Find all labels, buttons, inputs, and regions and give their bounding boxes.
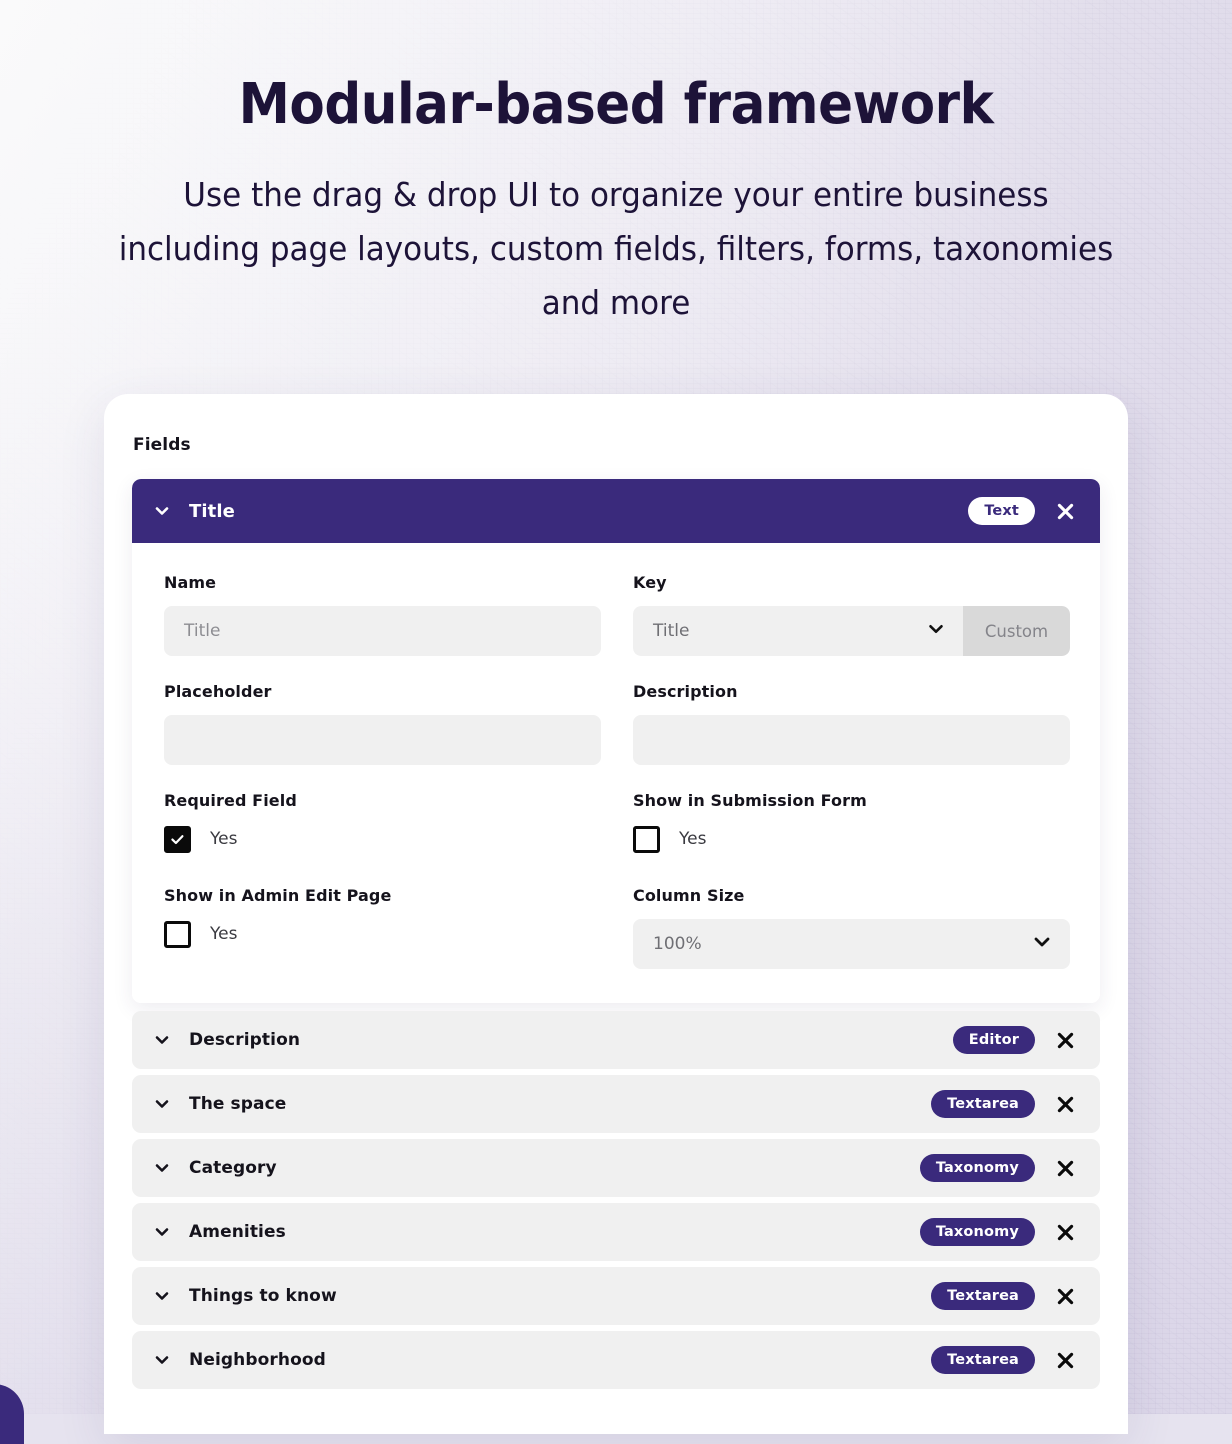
collapsed-fields-list: Description Editor The space Textarea Catego… — [132, 1011, 1100, 1389]
collapsed-field-row[interactable]: Things to know Textarea — [132, 1267, 1100, 1325]
close-icon[interactable] — [1052, 498, 1078, 524]
show-in-admin-edit-page-checkbox[interactable] — [164, 920, 191, 948]
key-select-value: Title — [653, 621, 690, 641]
fields-panel: Fields Title Text Name Title Key Title C… — [104, 394, 1128, 1434]
row-spacer — [164, 765, 1068, 791]
field-type-badge: Text — [968, 497, 1035, 525]
close-icon[interactable] — [1052, 1091, 1078, 1117]
chevron-down-icon[interactable] — [154, 503, 170, 519]
required-field-option-label: Yes — [210, 829, 238, 849]
chevron-down-icon[interactable] — [154, 1032, 170, 1048]
required-field-label: Required Field — [164, 791, 297, 810]
chevron-down-icon[interactable] — [154, 1224, 170, 1240]
field-card-body: Name Title Key Title Custom Placeholder … — [132, 543, 1100, 1003]
form-group-placeholder: Placeholder — [164, 682, 601, 765]
key-select[interactable]: Title — [633, 606, 963, 656]
field-type-badge: Taxonomy — [919, 1218, 1035, 1246]
collapsed-field-title: Description — [189, 1030, 301, 1050]
form-group-name: Name Title — [164, 573, 601, 656]
field-type-badge: Textarea — [931, 1282, 1035, 1310]
row-spacer — [164, 656, 1068, 682]
chevron-down-icon[interactable] — [154, 1352, 170, 1368]
column-size-label: Column Size — [633, 886, 745, 905]
field-type-badge: Textarea — [931, 1090, 1035, 1118]
chevron-down-icon[interactable] — [154, 1160, 170, 1176]
placeholder-input[interactable] — [164, 715, 601, 765]
collapsed-field-row[interactable]: Amenities Taxonomy — [132, 1203, 1100, 1261]
key-label: Key — [633, 573, 667, 592]
description-label: Description — [633, 682, 738, 701]
form-group-description: Description — [633, 682, 1070, 765]
required-field-checkbox-row[interactable]: Yes — [164, 824, 601, 854]
column-size-value: 100% — [653, 934, 702, 954]
form-row-placeholder-description: Placeholder Description — [164, 682, 1070, 765]
form-group-show-in-submission-form: Show in Submission Form Yes — [633, 791, 1070, 854]
show-in-submission-form-option-label: Yes — [679, 829, 707, 849]
collapsed-field-title: Category — [189, 1158, 277, 1178]
form-group-column-size: Column Size 100% — [633, 886, 1070, 969]
form-row-required-submission: Required Field Yes Show in Submission Fo… — [164, 791, 1068, 854]
key-custom-button[interactable]: Custom — [963, 606, 1070, 656]
name-input[interactable]: Title — [164, 606, 601, 656]
close-icon[interactable] — [1052, 1283, 1078, 1309]
form-group-show-in-admin-edit-page: Show in Admin Edit Page Yes — [164, 886, 601, 969]
form-group-key: Key Title Custom — [633, 573, 1070, 656]
name-label: Name — [164, 573, 217, 592]
collapsed-field-title: The space — [189, 1094, 287, 1114]
key-combo: Title Custom — [633, 606, 1070, 656]
show-in-admin-edit-page-label: Show in Admin Edit Page — [164, 886, 392, 905]
description-input[interactable] — [633, 715, 1070, 765]
hero-section: Modular-based framework Use the drag & d… — [0, 0, 1232, 330]
field-type-badge: Editor — [952, 1026, 1035, 1054]
column-size-select[interactable]: 100% — [633, 919, 1070, 969]
page-title: Modular-based framework — [238, 72, 994, 137]
form-group-required-field: Required Field Yes — [164, 791, 601, 854]
chevron-down-icon[interactable] — [154, 1288, 170, 1304]
close-icon[interactable] — [1052, 1347, 1078, 1373]
field-card-title: Title Text Name Title Key Title Custom P… — [132, 479, 1100, 1003]
field-type-badge: Taxonomy — [919, 1154, 1035, 1182]
field-card-header[interactable]: Title Text — [132, 479, 1100, 543]
field-title-label: Title — [189, 500, 235, 522]
fields-section-label: Fields — [133, 435, 191, 455]
collapsed-field-title: Amenities — [189, 1222, 286, 1242]
field-type-badge: Textarea — [931, 1346, 1035, 1374]
show-in-submission-form-checkbox[interactable] — [633, 825, 660, 853]
show-in-submission-form-checkbox-row[interactable]: Yes — [633, 824, 1070, 854]
show-in-admin-edit-page-option-label: Yes — [210, 924, 238, 944]
close-icon[interactable] — [1052, 1027, 1078, 1053]
collapsed-field-title: Neighborhood — [189, 1350, 326, 1370]
form-row-admin-column: Show in Admin Edit Page Yes Column Size … — [164, 886, 1070, 969]
placeholder-label: Placeholder — [164, 682, 272, 701]
close-icon[interactable] — [1052, 1155, 1078, 1181]
required-field-checkbox[interactable] — [164, 825, 191, 853]
row-spacer — [164, 854, 1068, 886]
chevron-down-icon — [927, 620, 945, 643]
collapsed-field-row[interactable]: Category Taxonomy — [132, 1139, 1100, 1197]
close-icon[interactable] — [1052, 1219, 1078, 1245]
collapsed-field-title: Things to know — [189, 1286, 337, 1306]
form-row-name-key: Name Title Key Title Custom — [164, 573, 1070, 656]
collapsed-field-row[interactable]: Description Editor — [132, 1011, 1100, 1069]
collapsed-field-row[interactable]: Neighborhood Textarea — [132, 1331, 1100, 1389]
show-in-submission-form-label: Show in Submission Form — [633, 791, 867, 810]
page-subtitle: Use the drag & drop UI to organize your … — [118, 175, 1114, 322]
collapsed-field-row[interactable]: The space Textarea — [132, 1075, 1100, 1133]
chevron-down-icon — [1032, 932, 1052, 957]
chevron-down-icon[interactable] — [154, 1096, 170, 1112]
show-in-admin-edit-page-checkbox-row[interactable]: Yes — [164, 919, 601, 949]
